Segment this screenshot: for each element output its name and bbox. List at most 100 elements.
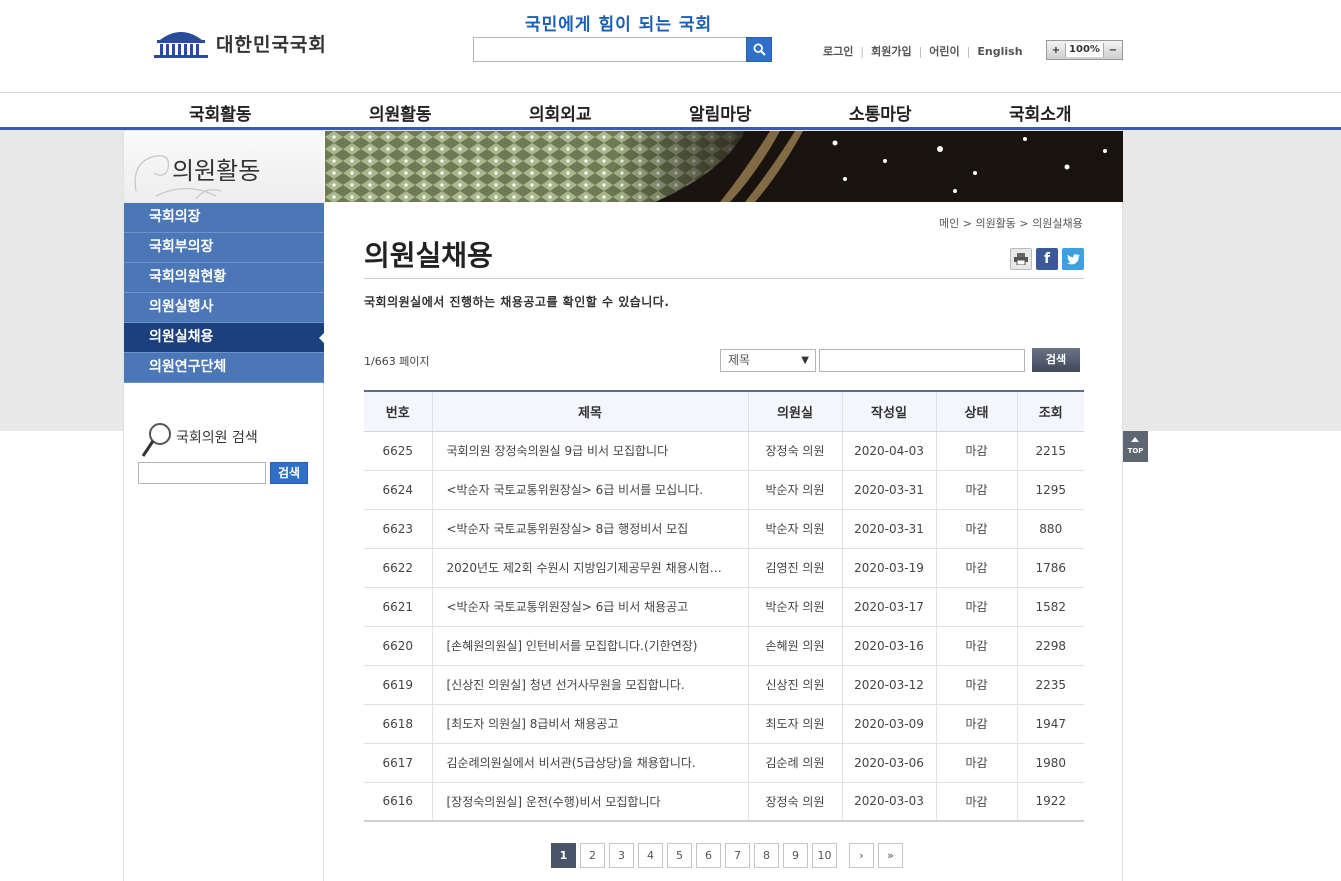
row-number: 6620: [364, 626, 432, 666]
assembly-emblem-icon: [154, 32, 208, 58]
side-nav-item-research-groups[interactable]: 의원연구단체: [124, 353, 324, 383]
zoom-out-button[interactable]: −: [1104, 45, 1122, 56]
row-status: 마감: [935, 626, 1017, 666]
side-nav-item-members[interactable]: 국회의원현황: [124, 263, 324, 293]
row-title[interactable]: [신상진 의원실] 청년 선거사무원을 모집합니다.: [431, 665, 748, 705]
row-date: 2020-03-17: [841, 587, 936, 627]
row-number: 6618: [364, 704, 432, 744]
row-title[interactable]: <박순자 국토교통위원장실> 8급 행정비서 모집: [431, 509, 748, 549]
row-views: 1295: [1016, 470, 1084, 510]
nav-item-about[interactable]: 국회소개: [1009, 100, 1072, 125]
row-date: 2020-03-09: [841, 704, 936, 744]
nav-item-communication[interactable]: 소통마당: [849, 100, 912, 125]
top-search: [473, 37, 772, 62]
row-number: 6625: [364, 431, 432, 471]
column-header-number: 번호: [364, 390, 432, 432]
table-row[interactable]: 6621 <박순자 국토교통위원장실> 6급 비서 채용공고 박순자 의원 2020-…: [364, 587, 1084, 627]
row-date: 2020-03-16: [841, 626, 936, 666]
breadcrumb: 메인 > 의원활동 > 의원실채용: [939, 217, 1083, 230]
member-search-button[interactable]: 검색: [270, 462, 308, 484]
row-title[interactable]: 김순례의원실에서 비서관(5급상당)을 채용합니다.: [431, 743, 748, 783]
page-button[interactable]: 5: [667, 843, 692, 868]
page-button[interactable]: 4: [638, 843, 663, 868]
row-views: 1582: [1016, 587, 1084, 627]
row-date: 2020-03-31: [841, 509, 936, 549]
board-search-input[interactable]: [819, 349, 1025, 372]
page-button[interactable]: 6: [696, 843, 721, 868]
share-tools: f: [1010, 248, 1084, 270]
page-button[interactable]: 3: [609, 843, 634, 868]
search-field-select[interactable]: 제목 ▼: [720, 349, 816, 372]
login-link[interactable]: 로그인: [823, 43, 853, 59]
site-logo[interactable]: 대한민국국회: [152, 26, 327, 60]
table-row[interactable]: 6624 <박순자 국토교통위원장실> 6급 비서를 모십니다. 박순자 의원 202…: [364, 470, 1084, 510]
nav-item-assembly-activity[interactable]: 국회활동: [189, 100, 252, 125]
table-row[interactable]: 6616 [장정숙의원실] 운전(수행)비서 모집합니다 장정숙 의원 2020-03…: [364, 782, 1084, 822]
side-nav-item-speaker[interactable]: 국회의장: [124, 203, 324, 233]
table-row[interactable]: 6618 [최도자 의원실] 8급비서 채용공고 최도자 의원 2020-03-09 마…: [364, 704, 1084, 744]
side-nav-menu: 국회의장 국회부의장 국회의원현황 의원실행사 의원실채용 의원연구단체: [124, 203, 324, 383]
page-button[interactable]: 2: [580, 843, 605, 868]
zoom-value: 100%: [1065, 43, 1104, 57]
page-button[interactable]: 10: [812, 843, 837, 868]
row-number: 6617: [364, 743, 432, 783]
member-search-input[interactable]: [138, 462, 266, 484]
column-header-views: 조회: [1016, 390, 1084, 432]
last-page-icon[interactable]: »: [878, 843, 903, 868]
row-title[interactable]: [손혜원의원실] 인턴비서를 모집합니다.(기한연장): [431, 626, 748, 666]
print-icon[interactable]: [1010, 248, 1032, 270]
side-nav-item-events[interactable]: 의원실행사: [124, 293, 324, 323]
row-office: 박순자 의원: [747, 509, 842, 549]
page-title: 의원실채용: [364, 239, 493, 272]
nav-item-notice[interactable]: 알림마당: [689, 100, 752, 125]
page-button[interactable]: 1: [551, 843, 576, 868]
page-info: 1/663 페이지: [364, 355, 430, 368]
row-number: 6622: [364, 548, 432, 588]
page-button[interactable]: 8: [754, 843, 779, 868]
banner-image: [325, 131, 1123, 202]
table-row[interactable]: 6623 <박순자 국토교통위원장실> 8급 행정비서 모집 박순자 의원 2020-…: [364, 509, 1084, 549]
next-page-icon[interactable]: ›: [849, 843, 874, 868]
column-header-title: 제목: [431, 390, 748, 432]
column-header-date: 작성일: [841, 390, 936, 432]
row-office: 박순자 의원: [747, 470, 842, 510]
table-row[interactable]: 6625 국회의원 장정숙의원실 9급 비서 모집합니다 장정숙 의원 2020-04…: [364, 431, 1084, 471]
row-title[interactable]: <박순자 국토교통위원장실> 6급 비서를 모십니다.: [431, 470, 748, 510]
board-search-button[interactable]: 검색: [1032, 348, 1080, 372]
zoom-control: + 100% −: [1046, 40, 1123, 60]
page-button[interactable]: 7: [725, 843, 750, 868]
row-views: 2215: [1016, 431, 1084, 471]
table-header-row: 번호 제목 의원실 작성일 상태 조회: [364, 390, 1084, 432]
nav-item-diplomacy[interactable]: 의회외교: [529, 100, 592, 125]
twitter-icon[interactable]: [1062, 248, 1084, 270]
zoom-in-button[interactable]: +: [1047, 45, 1065, 56]
facebook-icon[interactable]: f: [1036, 248, 1058, 270]
join-link[interactable]: 회원가입: [871, 43, 911, 59]
table-row[interactable]: 6619 [신상진 의원실] 청년 선거사무원을 모집합니다. 신상진 의원 2020…: [364, 665, 1084, 705]
table-row[interactable]: 6622 2020년도 제2회 수원시 지방임기제공무원 채용시험… 김영진 의원 2…: [364, 548, 1084, 588]
table-row[interactable]: 6617 김순례의원실에서 비서관(5급상당)을 채용합니다. 김순례 의원 2020…: [364, 743, 1084, 783]
table-row[interactable]: 6620 [손혜원의원실] 인턴비서를 모집합니다.(기한연장) 손혜원 의원 202…: [364, 626, 1084, 666]
row-status: 마감: [935, 665, 1017, 705]
recruitment-table: 번호 제목 의원실 작성일 상태 조회 6625 국회의원 장정숙의원실 9급 비…: [364, 390, 1084, 822]
side-nav-item-vice-speaker[interactable]: 국회부의장: [124, 233, 324, 263]
kids-link[interactable]: 어린이: [929, 43, 959, 59]
logo-text: 대한민국국회: [216, 33, 327, 56]
slogan: 국민에게 힘이 되는 국회: [525, 15, 713, 35]
side-nav-header: 의원활동: [124, 131, 324, 203]
row-title[interactable]: [장정숙의원실] 운전(수행)비서 모집합니다: [431, 782, 748, 822]
row-title[interactable]: [최도자 의원실] 8급비서 채용공고: [431, 704, 748, 744]
pagination: 1 2 3 4 5 6 7 8 9 10 › »: [551, 843, 907, 868]
row-title[interactable]: <박순자 국토교통위원장실> 6급 비서 채용공고: [431, 587, 748, 627]
nav-item-member-activity[interactable]: 의원활동: [369, 100, 432, 125]
row-title[interactable]: 국회의원 장정숙의원실 9급 비서 모집합니다: [431, 431, 748, 471]
main-container: 의원활동 국회의장 국회부의장 국회의원현황 의원실행사 의원실채용 의원연구단…: [123, 131, 1123, 881]
row-status: 마감: [935, 509, 1017, 549]
scroll-top-button[interactable]: TOP: [1123, 431, 1148, 462]
page-button[interactable]: 9: [783, 843, 808, 868]
top-search-input[interactable]: [473, 37, 746, 62]
side-nav-item-recruitment[interactable]: 의원실채용: [124, 323, 324, 353]
english-link[interactable]: English: [977, 45, 1022, 58]
row-title[interactable]: 2020년도 제2회 수원시 지방임기제공무원 채용시험…: [431, 548, 748, 588]
top-search-button[interactable]: [746, 37, 772, 62]
